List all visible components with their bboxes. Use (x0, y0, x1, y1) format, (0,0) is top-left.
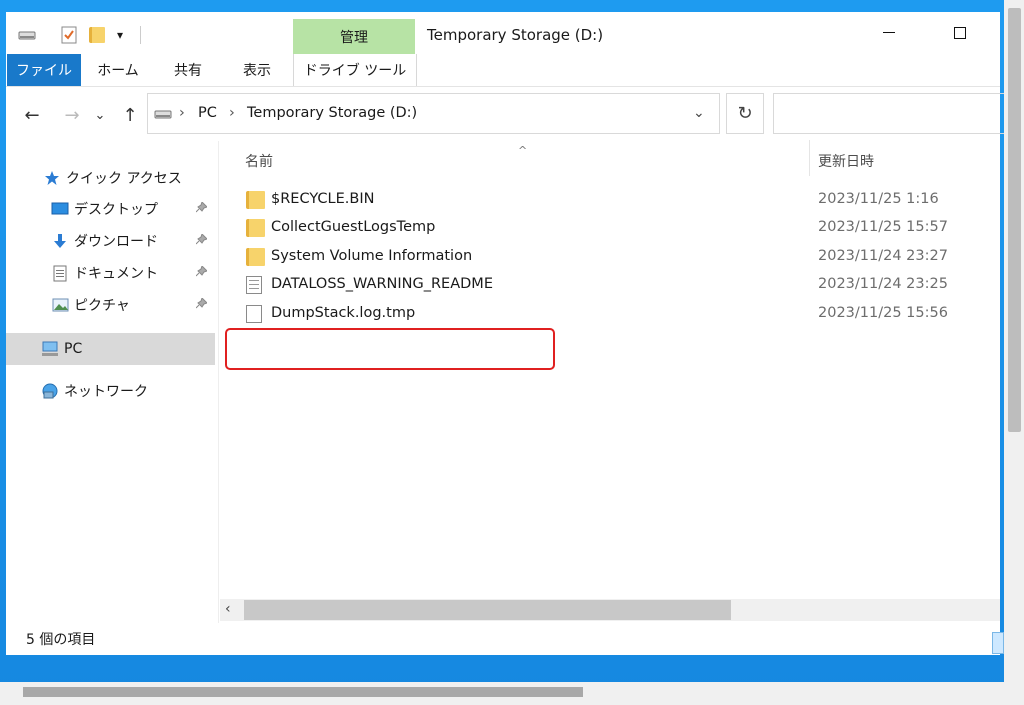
pin-icon[interactable] (195, 233, 208, 248)
drive-icon[interactable] (16, 24, 38, 46)
file-date: 2023/11/25 15:56 (818, 305, 948, 321)
network-icon (40, 381, 60, 401)
back-arrow-icon[interactable]: ← (18, 101, 46, 129)
breadcrumb-pc[interactable]: PC (198, 105, 217, 121)
file-name: $RECYCLE.BIN (271, 191, 375, 207)
title-bar: ▾ 管理 Temporary Storage (D:) (6, 12, 1000, 54)
scrollbar-thumb[interactable] (1008, 8, 1021, 432)
sidebar-item-label: デスクトップ (74, 202, 158, 218)
window-title: Temporary Storage (D:) (427, 26, 604, 44)
navigation-pane: クイック アクセス デスクトップ ダウンロード ドキュメント ピクチャ PC ネ… (6, 141, 218, 623)
column-header-name[interactable]: 名前 (245, 151, 273, 171)
outer-horizontal-scrollbar[interactable] (0, 682, 1004, 705)
file-name: DATALOSS_WARNING_README (271, 276, 493, 292)
address-bar[interactable]: › PC › Temporary Storage (D:) ⌄ (147, 93, 720, 134)
file-name: CollectGuestLogsTemp (271, 219, 436, 235)
sidebar-item-pc[interactable]: PC (6, 333, 215, 365)
scrollbar-thumb[interactable] (244, 600, 731, 620)
item-count: 5 個の項目 (26, 632, 96, 648)
ribbon-tab-bar: ファイル ホーム 共有 表示 ドライブ ツール (6, 54, 1000, 87)
tab-file[interactable]: ファイル (7, 54, 81, 86)
vertical-scrollbar[interactable] (1004, 0, 1024, 705)
up-arrow-icon[interactable]: ↑ (118, 101, 142, 129)
picture-icon (50, 295, 70, 315)
folder-icon (246, 191, 265, 209)
folder-icon (246, 248, 265, 266)
sidebar-item-label: ネットワーク (64, 384, 148, 400)
tab-home[interactable]: ホーム (90, 54, 146, 86)
file-row[interactable]: DumpStack.log.tmp 2023/11/25 15:56 (242, 301, 982, 329)
file-date: 2023/11/25 1:16 (818, 191, 939, 207)
file-row[interactable]: CollectGuestLogsTemp 2023/11/25 15:57 (242, 215, 982, 243)
folder-icon (246, 219, 265, 237)
download-arrow-icon (50, 231, 70, 251)
sidebar-item-label: ドキュメント (74, 266, 158, 282)
tab-drive-tools[interactable]: ドライブ ツール (293, 54, 417, 86)
pin-icon[interactable] (195, 265, 208, 280)
column-separator[interactable] (809, 140, 810, 176)
text-document-icon (246, 276, 262, 294)
status-bar: 5 個の項目 (6, 623, 1004, 655)
sort-ascending-icon: ^ (518, 144, 528, 157)
scroll-left-arrow-icon[interactable]: ‹ (225, 601, 231, 617)
sidebar-item-label: ダウンロード (74, 234, 158, 250)
breadcrumb-separator: › (179, 105, 185, 121)
details-view-button[interactable] (992, 632, 1004, 654)
computer-icon (40, 339, 60, 359)
navigation-bar: ← → ⌄ ↑ › PC › Temporary Storage (D:) ⌄ … (6, 87, 1004, 141)
drive-icon (154, 108, 172, 124)
file-date: 2023/11/25 15:57 (818, 219, 948, 235)
file-row[interactable]: System Volume Information 2023/11/24 23:… (242, 244, 982, 272)
sidebar-item-quick-access[interactable]: クイック アクセス (42, 163, 182, 193)
address-dropdown-chevron-icon[interactable]: ⌄ (693, 105, 705, 121)
sidebar-item-label: PC (64, 341, 83, 357)
refresh-icon[interactable]: ↻ (726, 93, 764, 134)
maximize-button[interactable] (937, 18, 983, 48)
forward-arrow-icon[interactable]: → (58, 101, 86, 129)
sidebar-item-documents[interactable]: ドキュメント (50, 258, 220, 288)
pane-divider[interactable] (218, 141, 219, 623)
explorer-window: ▾ 管理 Temporary Storage (D:) ファイル ホーム 共有 … (6, 12, 1004, 655)
new-folder-icon[interactable] (88, 24, 106, 46)
sidebar-item-network[interactable]: ネットワーク (40, 376, 148, 406)
minimize-button[interactable] (866, 18, 912, 48)
pin-icon[interactable] (195, 201, 208, 216)
pin-icon[interactable] (195, 297, 208, 312)
customize-chevron-down-icon[interactable]: ▾ (112, 24, 128, 46)
document-icon (50, 263, 70, 283)
tab-view[interactable]: 表示 (230, 54, 284, 86)
file-row[interactable]: $RECYCLE.BIN 2023/11/25 1:16 (242, 187, 982, 215)
star-icon (42, 168, 62, 188)
file-name: System Volume Information (271, 248, 473, 264)
sidebar-item-label: ピクチャ (74, 298, 130, 314)
file-row[interactable]: DATALOSS_WARNING_README 2023/11/24 23:25 (242, 272, 982, 300)
recent-locations-chevron-icon[interactable]: ⌄ (92, 101, 108, 129)
sidebar-item-desktop[interactable]: デスクトップ (50, 194, 220, 224)
breadcrumb-current-drive[interactable]: Temporary Storage (D:) (247, 105, 417, 121)
desktop-icon (50, 199, 70, 219)
sidebar-item-downloads[interactable]: ダウンロード (50, 226, 220, 256)
search-input[interactable] (773, 93, 1004, 134)
manage-context-tab[interactable]: 管理 (293, 19, 415, 54)
tab-share[interactable]: 共有 (161, 54, 215, 86)
quick-access-separator (140, 26, 141, 44)
sidebar-item-label: クイック アクセス (66, 171, 182, 187)
scrollbar-thumb[interactable] (23, 687, 583, 697)
horizontal-scrollbar[interactable]: ‹ (220, 599, 1000, 621)
file-name: DumpStack.log.tmp (271, 305, 416, 321)
highlight-annotation-box (225, 328, 555, 370)
file-date: 2023/11/24 23:27 (818, 248, 948, 264)
column-header-date-modified[interactable]: 更新日時 (818, 151, 874, 171)
sidebar-item-pictures[interactable]: ピクチャ (50, 290, 220, 320)
file-date: 2023/11/24 23:25 (818, 276, 948, 292)
breadcrumb-separator: › (229, 105, 235, 121)
file-icon (246, 305, 262, 323)
properties-checkbox-icon[interactable] (58, 24, 80, 46)
